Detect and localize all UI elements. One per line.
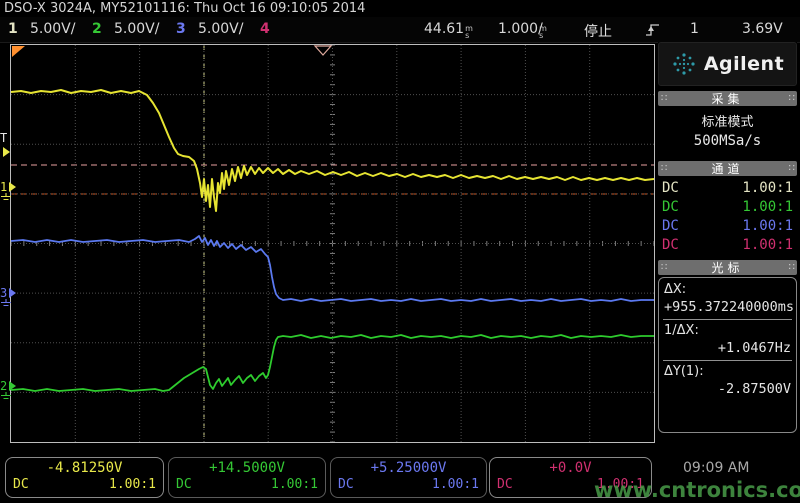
cursors-section-header[interactable]: ∷ 光标 ∷ bbox=[658, 260, 797, 275]
channel3-button[interactable]: 3 bbox=[176, 21, 186, 37]
channel1-probe-ratio: 1.00:1 bbox=[109, 477, 156, 492]
channel2-coupling: DC bbox=[176, 477, 192, 492]
sample-rate: 500MSa/s bbox=[658, 133, 797, 149]
divider bbox=[663, 360, 792, 361]
grip-icon: ∷ bbox=[789, 163, 794, 174]
channel3-settings-row[interactable]: DC1.00:1 bbox=[658, 216, 797, 235]
channel2-button[interactable]: 2 bbox=[92, 21, 102, 37]
timebase-readout[interactable]: 1.000ms/ bbox=[498, 21, 543, 37]
grip-icon: ∷ bbox=[789, 93, 794, 104]
delay-unit: ms bbox=[465, 25, 473, 39]
channel4-coupling: DC bbox=[497, 477, 513, 492]
channel3-offset-value: +5.25000V bbox=[331, 460, 486, 476]
channel2-offset-box[interactable]: +14.5000V DC 1.00:1 bbox=[168, 457, 326, 498]
ground-icon bbox=[0, 299, 12, 308]
channel4-button[interactable]: 4 bbox=[260, 21, 270, 37]
channel1-button[interactable]: 1 bbox=[8, 21, 18, 37]
trigger-level-marker-icon[interactable] bbox=[0, 146, 20, 168]
grip-icon: ∷ bbox=[661, 163, 666, 174]
inverse-delta-x-label: 1/ΔX: bbox=[664, 321, 791, 338]
acquisition-section-header[interactable]: ∷ 采集 ∷ bbox=[658, 91, 797, 106]
channel1-offset-value: -4.81250V bbox=[6, 460, 163, 476]
channel4-settings-row[interactable]: DC1.00:1 bbox=[658, 235, 797, 254]
delta-y-value: -2.87500V bbox=[664, 379, 791, 400]
channel3-ground-marker[interactable]: 3 bbox=[0, 287, 20, 309]
grip-icon: ∷ bbox=[661, 93, 666, 104]
channel2-ground-marker[interactable]: 2 bbox=[0, 380, 20, 402]
oscilloscope-screen: DSO-X 3024A, MY52101116: Thu Oct 16 09:1… bbox=[0, 0, 800, 503]
trigger-level-readout: 3.69V bbox=[742, 21, 783, 37]
agilent-starburst-icon bbox=[671, 51, 697, 77]
channel1-offset-box[interactable]: -4.81250V DC 1.00:1 bbox=[5, 457, 164, 498]
rising-edge-trigger-icon bbox=[645, 21, 661, 42]
delta-x-label: ΔX: bbox=[664, 280, 791, 297]
channel1-ground-marker[interactable]: 1 bbox=[0, 181, 20, 203]
timebase-unit: ms bbox=[539, 25, 547, 39]
horizontal-delay-readout: 44.61ms bbox=[424, 21, 464, 37]
ground-icon bbox=[0, 193, 12, 202]
brand-name: Agilent bbox=[704, 53, 784, 75]
delta-y-label: ΔY(1): bbox=[664, 362, 791, 379]
cursor-readout-panel: ΔX: +955.372240000ms 1/ΔX: +1.0467Hz ΔY(… bbox=[658, 277, 797, 433]
timebase-value: 1.000 bbox=[498, 21, 538, 37]
watermark: www.cntronics.com bbox=[594, 478, 800, 502]
trigger-offscreen-left-icon bbox=[12, 46, 25, 57]
delay-value: 44.61 bbox=[424, 21, 464, 37]
channel1-scale[interactable]: 5.00V/ bbox=[30, 21, 75, 37]
divider bbox=[663, 319, 792, 320]
channel2-scale[interactable]: 5.00V/ bbox=[114, 21, 159, 37]
channel2-settings-row[interactable]: DC1.00:1 bbox=[658, 197, 797, 216]
grip-icon: ∷ bbox=[789, 262, 794, 273]
trigger-source: 1 bbox=[690, 21, 699, 37]
time-reference-icon bbox=[315, 46, 331, 55]
instrument-title: DSO-X 3024A, MY52101116: Thu Oct 16 09:1… bbox=[4, 1, 365, 17]
channel1-coupling: DC bbox=[13, 477, 29, 492]
channel3-coupling: DC bbox=[338, 477, 354, 492]
waveform-display bbox=[11, 45, 654, 442]
channels-section-header[interactable]: ∷ 通道 ∷ bbox=[658, 161, 797, 176]
channel2-probe-ratio: 1.00:1 bbox=[271, 477, 318, 492]
control-bar: 1 5.00V/ 2 5.00V/ 3 5.00V/ 4 44.61ms 1.0… bbox=[0, 17, 800, 43]
sidebar: Agilent ∷ 采集 ∷ 标准模式 500MSa/s ∷ 通道 ∷ DC1.… bbox=[658, 42, 797, 448]
run-state-indicator: 停止 bbox=[584, 21, 612, 41]
channel3-scale[interactable]: 5.00V/ bbox=[198, 21, 243, 37]
channel2-offset-value: +14.5000V bbox=[169, 460, 325, 476]
delta-x-value: +955.372240000ms bbox=[664, 297, 791, 318]
channel3-probe-ratio: 1.00:1 bbox=[432, 477, 479, 492]
ground-icon bbox=[0, 392, 12, 401]
channel4-offset-value: +0.0V bbox=[490, 460, 651, 476]
clock: 09:09 AM bbox=[683, 460, 749, 476]
channel1-settings-row[interactable]: DC1.00:1 bbox=[658, 178, 797, 197]
inverse-delta-x-value: +1.0467Hz bbox=[664, 338, 791, 359]
channel-settings-list: DC1.00:1 DC1.00:1 DC1.00:1 DC1.00:1 bbox=[658, 178, 797, 254]
brand-panel: Agilent bbox=[658, 42, 797, 86]
acquisition-mode: 标准模式 bbox=[658, 111, 797, 130]
grip-icon: ∷ bbox=[661, 262, 666, 273]
channel3-offset-box[interactable]: +5.25000V DC 1.00:1 bbox=[330, 457, 487, 498]
